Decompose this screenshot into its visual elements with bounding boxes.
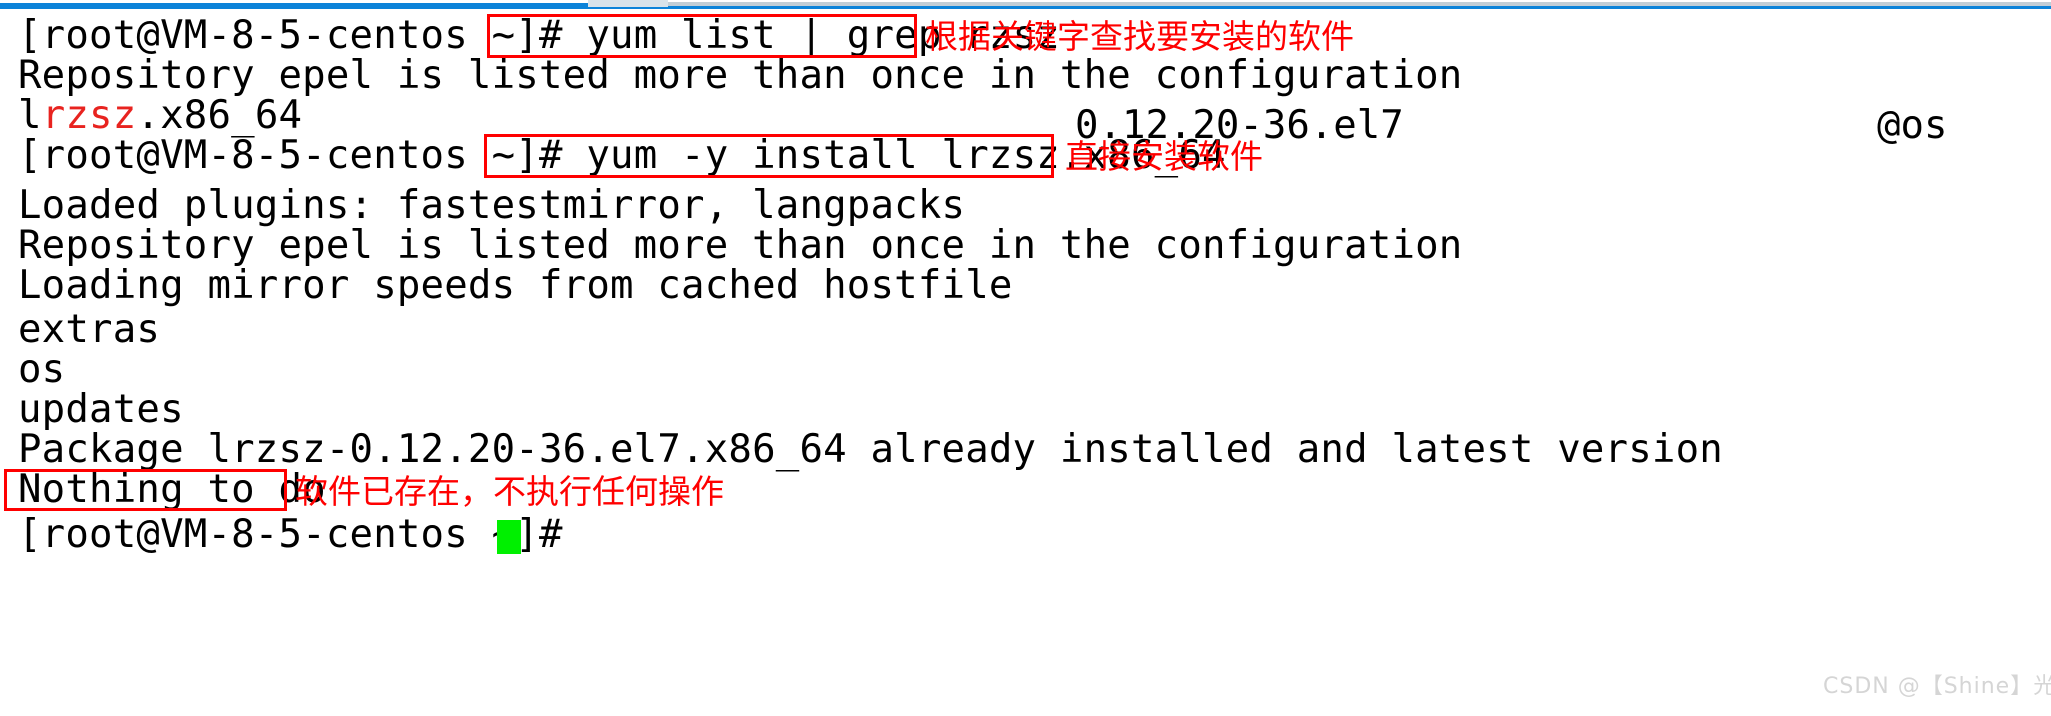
annotation-note-3: 软件已存在，不执行任何操作 (295, 472, 724, 511)
package-arch-suffix: .x86_64 (136, 93, 303, 138)
terminal-line-10: updates (18, 387, 184, 432)
scrollbar-thumb[interactable] (588, 0, 668, 7)
terminal-line-5: Loaded plugins: fastestmirror, langpacks (18, 183, 966, 228)
terminal-line-12: Nothing to do (18, 467, 326, 512)
annotation-note-2: 直接安装软件 (1065, 137, 1263, 176)
scrollbar-thumb-trail (668, 2, 2051, 6)
terminal-line-9: os (18, 347, 66, 392)
shell-prompt: [root@VM-8-5-centos ~]# (18, 13, 587, 58)
csdn-watermark: CSDN @【Shine】光芒 (1823, 674, 2051, 699)
horizontal-scrollbar[interactable] (0, 0, 2051, 10)
terminal-line-2: Repository epel is listed more than once… (18, 53, 1463, 98)
shell-prompt-2: [root@VM-8-5-centos ~]# (18, 133, 587, 178)
terminal-line-7: Loading mirror speeds from cached hostfi… (18, 263, 1013, 308)
terminal-line-3: lrzsz.x86_64 (18, 96, 302, 136)
package-name-prefix: l (18, 93, 42, 138)
terminal-line-4: [root@VM-8-5-centos ~]# yum -y install l… (18, 136, 1226, 176)
terminal-line-1: [root@VM-8-5-centos ~]# yum list | grep … (18, 16, 1060, 56)
annotation-note-1: 根据关键字查找要安装的软件 (925, 17, 1354, 56)
grep-match-highlight: rzsz (41, 93, 137, 138)
terminal-output-area[interactable]: [root@VM-8-5-centos ~]# yum list | grep … (0, 10, 2051, 716)
terminal-line-6: Repository epel is listed more than once… (18, 223, 1463, 268)
terminal-cursor (497, 520, 521, 554)
terminal-line-8: extras (18, 307, 161, 352)
package-repo: @os (1877, 103, 1948, 148)
terminal-line-11: Package lrzsz-0.12.20-36.el7.x86_64 alre… (18, 427, 1723, 472)
